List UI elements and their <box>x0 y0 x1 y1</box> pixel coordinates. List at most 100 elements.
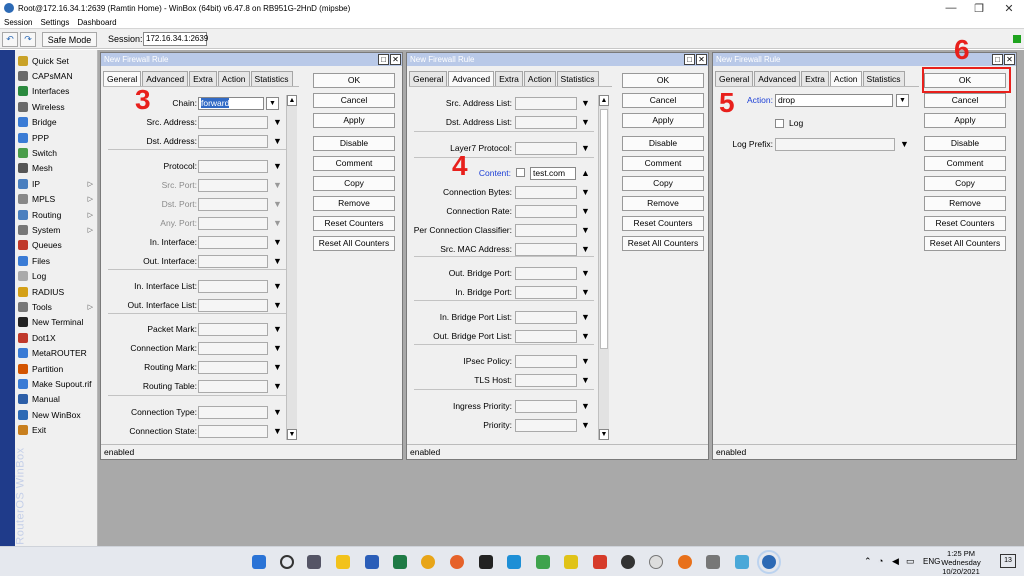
obs-icon[interactable] <box>621 555 635 569</box>
minimize-button[interactable]: — <box>936 0 966 16</box>
dropdown-arrow-icon[interactable]: ▼ <box>581 225 590 235</box>
close-icon[interactable]: ✕ <box>1004 54 1015 65</box>
dropdown-arrow-icon[interactable]: ▼ <box>581 331 590 341</box>
sidebar-item-ppp[interactable]: PPP <box>16 130 98 145</box>
sticky-app-icon[interactable] <box>564 555 578 569</box>
tab-extra[interactable]: Extra <box>189 71 217 86</box>
tab-extra[interactable]: Extra <box>495 71 523 86</box>
field-input[interactable] <box>515 185 577 199</box>
dropdown-arrow-icon[interactable]: ▼ <box>273 407 282 417</box>
sidebar-item-log[interactable]: Log <box>16 269 98 284</box>
sidebar-item-dot1x[interactable]: Dot1X <box>16 330 98 345</box>
dropdown-arrow-icon[interactable]: ▼ <box>273 237 282 247</box>
safe-mode-button[interactable]: Safe Mode <box>42 32 97 47</box>
form-scrollbar[interactable]: ▲ ▼ <box>286 95 297 440</box>
dropdown-arrow-icon[interactable]: ▼ <box>581 206 590 216</box>
photos-icon[interactable] <box>735 555 749 569</box>
field-input[interactable] <box>515 266 577 280</box>
scroll-up-icon[interactable]: ▲ <box>287 95 297 106</box>
scroll-down-icon[interactable]: ▼ <box>599 429 609 440</box>
field-input[interactable] <box>198 298 268 312</box>
sidebar-item-metarouter[interactable]: MetaROUTER <box>16 346 98 361</box>
sidebar-item-tools[interactable]: Tools ▷ <box>16 299 98 314</box>
reset-counters-button[interactable]: Reset Counters <box>924 216 1006 231</box>
field-input[interactable] <box>198 341 268 355</box>
field-input[interactable] <box>515 96 577 110</box>
field-input[interactable] <box>515 242 577 256</box>
dropdown-arrow-icon[interactable]: ▼ <box>273 117 282 127</box>
tray-volume-icon[interactable]: ◀ <box>892 556 899 567</box>
redo-icon[interactable]: ↷ <box>20 32 36 47</box>
disable-button[interactable]: Disable <box>313 136 395 151</box>
dropdown-arrow-icon[interactable]: ▼ <box>581 401 590 411</box>
apply-button[interactable]: Apply <box>313 113 395 128</box>
dropdown-arrow-icon[interactable]: ▼ <box>273 381 282 391</box>
dropdown-arrow-icon[interactable]: ▼ <box>273 343 282 353</box>
disable-button[interactable]: Disable <box>622 136 704 151</box>
sidebar-item-system[interactable]: System ▷ <box>16 222 98 237</box>
restore-icon[interactable]: □ <box>684 54 695 65</box>
menu-settings[interactable]: Settings <box>40 18 69 27</box>
close-button[interactable]: ✕ <box>994 0 1024 16</box>
remove-button[interactable]: Remove <box>924 196 1006 211</box>
dropdown-arrow-icon[interactable]: ▼ <box>273 161 282 171</box>
reset-all-counters-button[interactable]: Reset All Counters <box>622 236 704 251</box>
chain-dropdown-icon[interactable]: ▼ <box>266 96 279 110</box>
field-input[interactable] <box>198 360 268 374</box>
field-input[interactable] <box>198 159 268 173</box>
apply-button[interactable]: Apply <box>924 113 1006 128</box>
undo-icon[interactable]: ↶ <box>2 32 18 47</box>
field-input[interactable] <box>515 141 577 155</box>
reset-counters-button[interactable]: Reset Counters <box>622 216 704 231</box>
word-icon[interactable] <box>365 555 379 569</box>
chain-select[interactable]: forward <box>198 96 264 110</box>
dropdown-arrow-icon[interactable]: ▼ <box>581 244 590 254</box>
close-icon[interactable]: ✕ <box>696 54 707 65</box>
sidebar-item-capsman[interactable]: CAPsMAN <box>16 68 98 83</box>
dropdown-arrow-icon[interactable]: ▼ <box>273 199 282 209</box>
log-checkbox[interactable] <box>775 119 784 128</box>
dropdown-arrow-icon[interactable]: ▼ <box>581 356 590 366</box>
field-input[interactable] <box>515 204 577 218</box>
vlc-icon[interactable] <box>678 555 692 569</box>
restore-icon[interactable]: □ <box>378 54 389 65</box>
tray-chevron-icon[interactable]: ⌃ <box>864 556 872 567</box>
dropdown-arrow-icon[interactable]: ▼ <box>581 98 590 108</box>
cancel-button[interactable]: Cancel <box>313 93 395 108</box>
dropdown-arrow-icon[interactable]: ▼ <box>273 136 282 146</box>
field-input[interactable] <box>515 373 577 387</box>
sidebar-item-exit[interactable]: Exit <box>16 423 98 438</box>
dropdown-arrow-icon[interactable]: ▼ <box>581 143 590 153</box>
sidebar-item-queues[interactable]: Queues <box>16 238 98 253</box>
field-input[interactable] <box>198 424 268 438</box>
dropdown-arrow-icon[interactable]: ▼ <box>273 362 282 372</box>
maximize-button[interactable]: ❐ <box>964 0 994 16</box>
restore-icon[interactable]: □ <box>992 54 1003 65</box>
sidebar-item-quick-set[interactable]: Quick Set <box>16 53 98 68</box>
log-prefix-dropdown-icon[interactable]: ▼ <box>900 139 909 149</box>
session-input[interactable]: 172.16.34.1:2639 <box>143 32 208 46</box>
log-prefix-input[interactable] <box>775 137 895 151</box>
reset-counters-button[interactable]: Reset Counters <box>313 216 395 231</box>
dropdown-arrow-icon[interactable]: ▼ <box>581 375 590 385</box>
tab-advanced[interactable]: Advanced <box>754 71 801 86</box>
scroll-thumb[interactable] <box>600 109 608 349</box>
field-input[interactable] <box>198 254 268 268</box>
dropdown-arrow-icon[interactable]: ▼ <box>581 312 590 322</box>
notepad-icon[interactable] <box>507 555 521 569</box>
field-input[interactable] <box>198 322 268 336</box>
dropdown-arrow-icon[interactable]: ▼ <box>273 324 282 334</box>
field-input[interactable] <box>198 405 268 419</box>
terminal-app-icon[interactable] <box>479 555 493 569</box>
field-input[interactable] <box>198 379 268 393</box>
tray-battery-icon[interactable]: ▭ <box>906 556 915 567</box>
sidebar-item-make-supout-rif[interactable]: Make Supout.rif <box>16 376 98 391</box>
field-input[interactable] <box>515 329 577 343</box>
firefox-icon[interactable] <box>450 555 464 569</box>
field-input[interactable] <box>515 399 577 413</box>
dropdown-arrow-icon[interactable]: ▼ <box>273 426 282 436</box>
copy-button[interactable]: Copy <box>313 176 395 191</box>
sidebar-item-mesh[interactable]: Mesh <box>16 161 98 176</box>
winbox-taskbar-icon[interactable] <box>757 550 781 574</box>
form-scrollbar[interactable]: ▲ ▼ <box>598 95 609 440</box>
